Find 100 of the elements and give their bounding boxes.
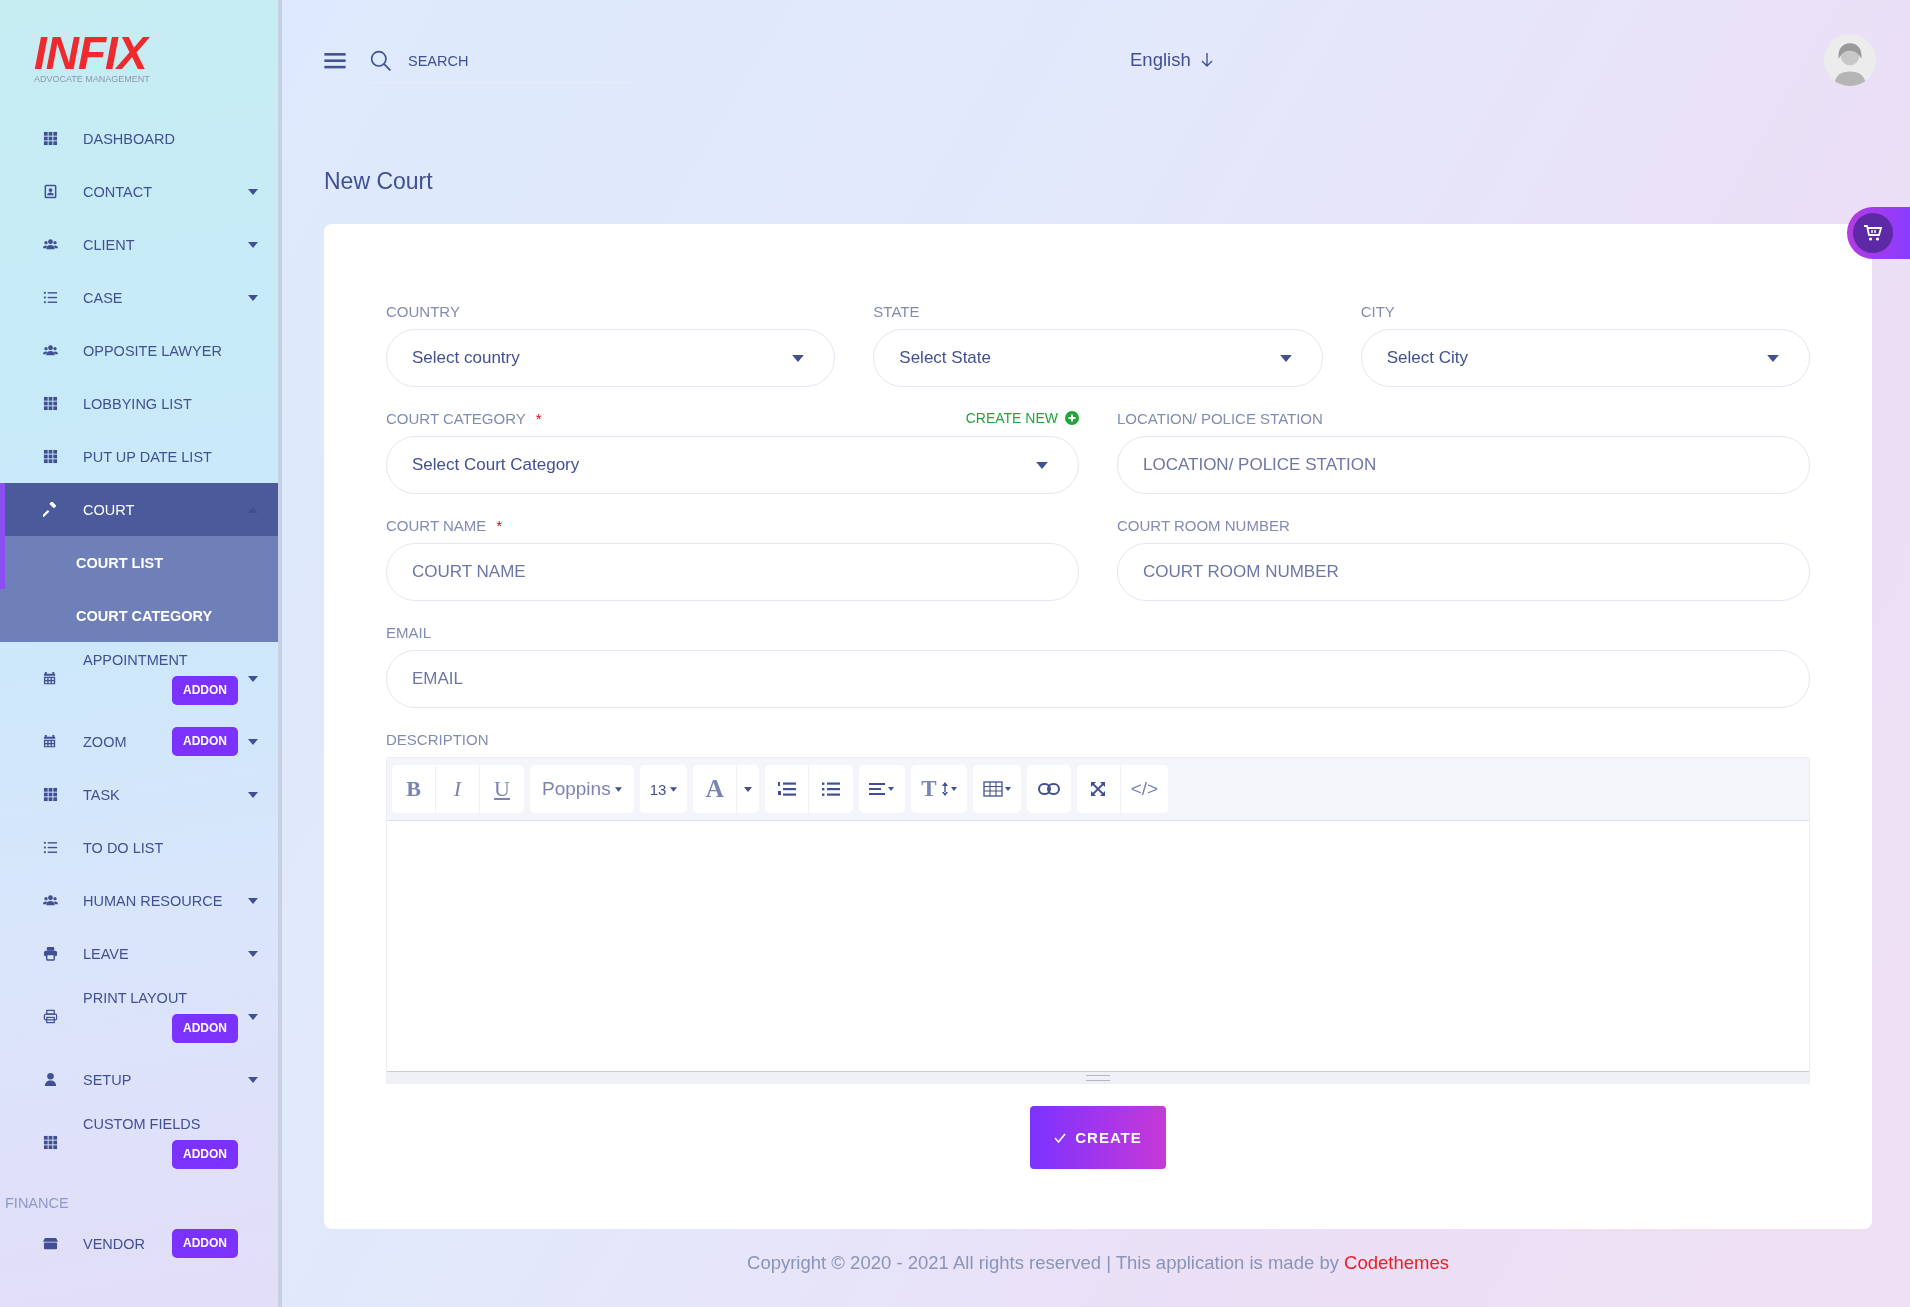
field-label: DESCRIPTION xyxy=(386,730,489,748)
line-height-button[interactable]: T xyxy=(911,765,967,813)
addon-badge: ADDON xyxy=(172,1140,238,1169)
caret-down-icon xyxy=(1036,461,1048,469)
sidebar-item[interactable]: VENDOR ADDON xyxy=(0,1217,278,1270)
nav-label: DASHBOARD xyxy=(83,130,175,147)
caret-down-icon xyxy=(744,786,753,792)
nav-label: CONTACT xyxy=(83,183,152,200)
menu-icon[interactable] xyxy=(324,51,346,69)
nav-label: VENDOR xyxy=(83,1235,146,1252)
field-label: CITY xyxy=(1360,302,1395,320)
users-icon xyxy=(43,343,58,358)
addon-badge: ADDON xyxy=(172,727,238,756)
nav-label: ZOOM xyxy=(83,733,127,750)
field-label: COURT ROOM NUMBER xyxy=(1117,516,1290,534)
nav-label: TO DO LIST xyxy=(83,839,164,856)
search-input[interactable]: SEARCH xyxy=(406,51,610,70)
sidebar-item[interactable]: CLIENT xyxy=(0,218,278,271)
create-button[interactable]: CREATE xyxy=(1030,1106,1166,1169)
logo-subtitle: ADVOCATE MANAGEMENT xyxy=(34,74,150,84)
ordered-list-icon xyxy=(777,781,796,797)
list-icon xyxy=(43,290,58,305)
nav-label: LEAVE xyxy=(83,945,129,962)
check-icon xyxy=(1054,1132,1067,1143)
expand-icon xyxy=(1090,781,1107,797)
input-field[interactable]: LOCATION/ POLICE STATION xyxy=(1117,436,1810,494)
nav-label: APPOINTMENT xyxy=(83,652,188,668)
addon-badge: ADDON xyxy=(172,1014,238,1043)
table-icon xyxy=(982,781,1011,797)
page-title: New Court xyxy=(324,167,434,196)
input-field[interactable]: COURT NAME xyxy=(386,543,1079,601)
contact-card-icon xyxy=(43,184,58,199)
arrow-down-icon xyxy=(1200,52,1213,68)
caret-down-icon xyxy=(614,786,622,792)
font-family-dropdown[interactable]: Poppins xyxy=(530,765,634,813)
nav-label: CUSTOM FIELDS xyxy=(83,1116,201,1132)
sidebar-item[interactable]: SETUP xyxy=(0,1053,278,1106)
sidebar-item[interactable]: HUMAN RESOURCE xyxy=(0,874,278,927)
font-size-dropdown[interactable]: 13 xyxy=(639,765,688,813)
caret-down-icon xyxy=(1767,354,1779,362)
arrows-vertical-icon xyxy=(940,781,957,797)
users-icon xyxy=(43,893,58,908)
submenu-item[interactable]: COURT CATEGORY xyxy=(0,589,278,642)
store-icon xyxy=(43,1236,58,1251)
link-icon xyxy=(1037,783,1060,795)
sidebar-item[interactable]: OPPOSITE LAWYER xyxy=(0,324,278,377)
calendar-icon xyxy=(43,734,58,749)
printer-icon xyxy=(43,1009,58,1024)
field-label: STATE xyxy=(873,302,920,320)
sidebar-item[interactable]: APPOINTMENT ADDON xyxy=(0,642,278,715)
printer-icon xyxy=(43,946,58,961)
resize-handle[interactable] xyxy=(387,1071,1809,1083)
nav-label: OPPOSITE LAWYER xyxy=(83,342,222,359)
submenu-item[interactable]: COURT LIST xyxy=(0,536,278,589)
grid-icon xyxy=(43,787,58,802)
required-mark: * xyxy=(496,516,503,534)
sidebar-item[interactable]: CASE xyxy=(0,271,278,324)
align-left-icon xyxy=(869,782,896,796)
grid-icon xyxy=(43,449,58,464)
bold-button[interactable]: B xyxy=(392,765,436,813)
sidebar-item[interactable]: DASHBOARD xyxy=(0,112,278,165)
nav-label: COURT xyxy=(83,501,135,518)
sidebar-item[interactable]: ZOOM ADDON xyxy=(0,715,278,768)
sidebar-item[interactable]: PRINT LAYOUT ADDON xyxy=(0,980,278,1053)
field-label: LOCATION/ POLICE STATION xyxy=(1117,409,1323,427)
field-label: COUNTRY xyxy=(386,302,460,320)
language-selector[interactable]: English xyxy=(1130,49,1213,71)
sidebar-item[interactable]: TASK xyxy=(0,768,278,821)
input-field[interactable]: COURT ROOM NUMBER xyxy=(1117,543,1810,601)
grid-icon xyxy=(43,131,58,146)
grid-icon xyxy=(43,1135,58,1150)
sidebar-item[interactable]: LEAVE xyxy=(0,927,278,980)
nav-label: HUMAN RESOURCE xyxy=(83,892,223,909)
nav-label: PUT UP DATE LIST xyxy=(83,448,212,465)
list-icon xyxy=(43,840,58,855)
nav-label: CASE xyxy=(83,289,123,306)
italic-button[interactable]: I xyxy=(436,765,480,813)
nav-label: SETUP xyxy=(83,1071,132,1088)
sidebar-item[interactable]: PUT UP DATE LIST xyxy=(0,430,278,483)
sidebar-item[interactable]: CONTACT xyxy=(0,165,278,218)
field-label: COURT NAME xyxy=(386,516,487,534)
addon-badge: ADDON xyxy=(172,676,238,705)
cart-icon xyxy=(1863,224,1883,242)
cart-button[interactable] xyxy=(1847,207,1910,259)
sidebar-item[interactable]: TO DO LIST xyxy=(0,821,278,874)
input-field[interactable]: EMAIL xyxy=(386,650,1810,708)
nav-label: LOBBYING LIST xyxy=(83,395,192,412)
required-mark: * xyxy=(535,409,542,427)
field-label: EMAIL xyxy=(386,623,431,641)
underline-button[interactable]: U xyxy=(480,765,524,813)
create-new-link[interactable]: CREATE NEW xyxy=(965,410,1079,426)
caret-down-icon xyxy=(792,354,805,362)
sidebar-item[interactable]: COURT xyxy=(0,483,278,536)
sidebar-item[interactable]: CUSTOM FIELDS ADDON xyxy=(0,1106,278,1179)
credit-link[interactable]: Codethemes xyxy=(1344,1252,1449,1273)
sidebar-item[interactable]: LOBBYING LIST xyxy=(0,377,278,430)
nav-label: CLIENT xyxy=(83,236,135,253)
user-icon xyxy=(43,1072,58,1087)
caret-down-icon xyxy=(670,786,678,792)
nav-label: TASK xyxy=(83,786,120,803)
